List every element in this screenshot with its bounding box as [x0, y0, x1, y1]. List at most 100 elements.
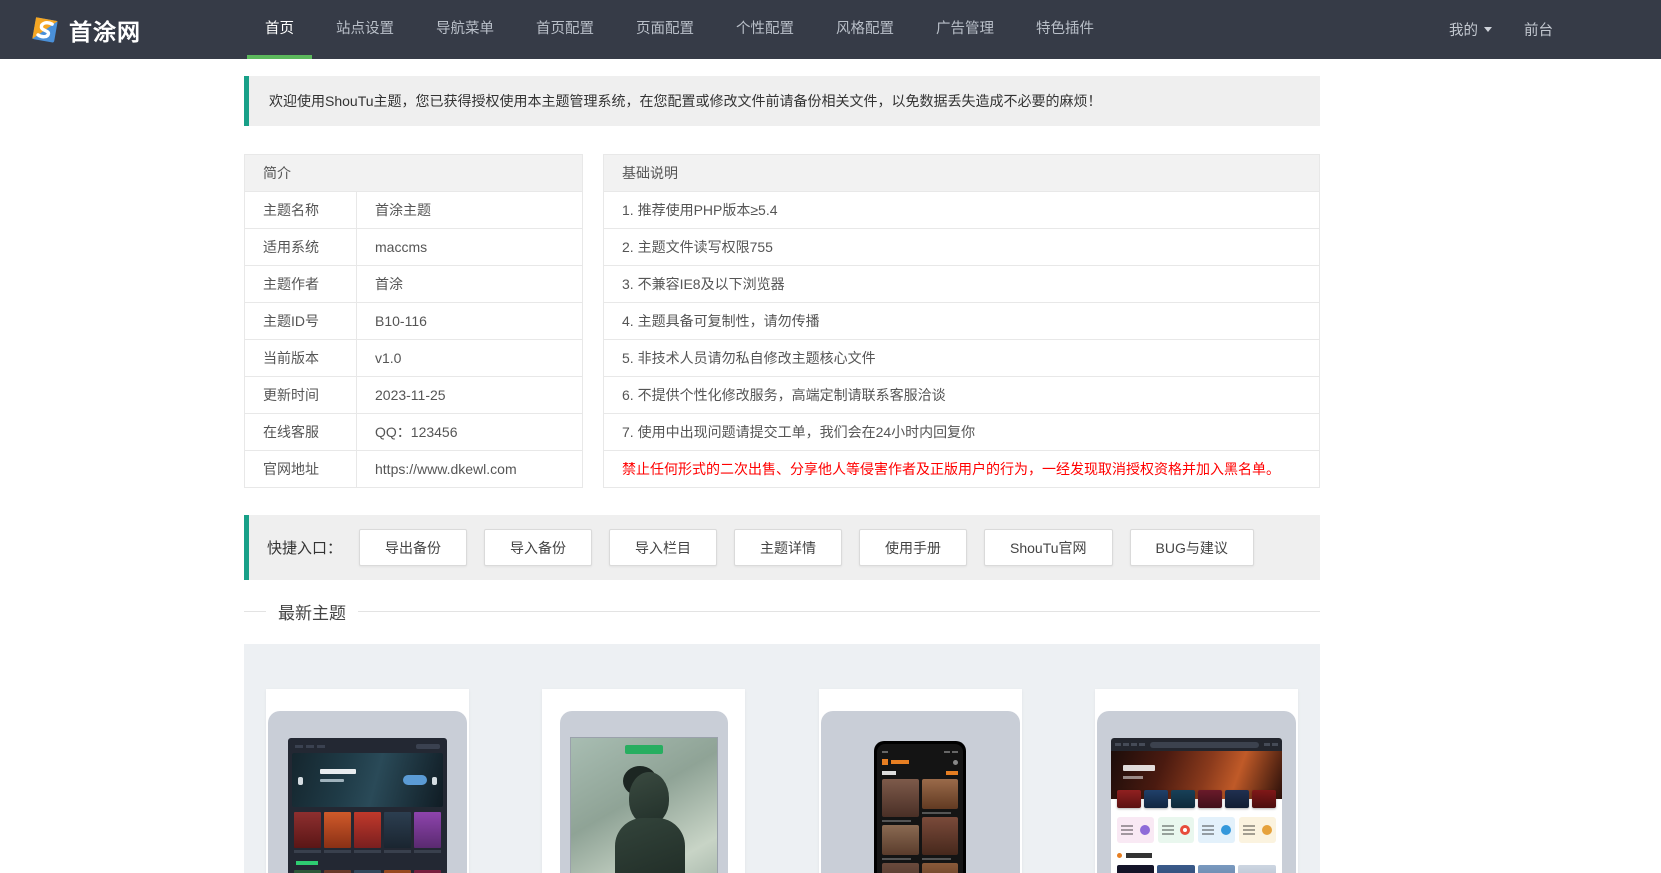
preview-art: [324, 812, 351, 848]
preview-art: 基础说明: [603, 154, 1320, 192]
preview-art: [882, 858, 912, 860]
nav-item-2[interactable]: 导航菜单: [415, 0, 515, 59]
preview-art: [628, 772, 669, 824]
nav-item-0[interactable]: 首页: [244, 0, 315, 59]
quick-button-0[interactable]: 导出备份: [359, 529, 468, 566]
preview-art: 简介: [244, 154, 583, 192]
quick-button-2[interactable]: 导入栏目: [609, 529, 718, 566]
preview-art: [294, 812, 321, 848]
intro-label: 主题名称: [244, 191, 357, 229]
preview-art: [882, 779, 959, 873]
device-frame-tablet-light: [1096, 711, 1296, 873]
preview-art: 1. 推荐使用PHP版本≥5.4 2. 主题文件读写权限755 3. 不兼容IE8及…: [603, 191, 1320, 488]
welcome-notice: 欢迎使用ShouTu主题，您已获得授权使用本主题管理系统，在您配置或修改文件前请…: [244, 76, 1320, 126]
quick-button-1[interactable]: 导入备份: [484, 529, 593, 566]
intro-value: 2023-11-25: [356, 376, 583, 414]
preview-art: [320, 779, 344, 782]
preview-art: [1110, 738, 1282, 751]
preview-art: [877, 744, 964, 873]
nav-right: 我的 前台: [1449, 0, 1553, 59]
preview-art: [921, 779, 959, 809]
nav-item-7[interactable]: 广告管理: [915, 0, 1015, 59]
nav-item-3[interactable]: 首页配置: [515, 0, 615, 59]
preview-art: [1157, 865, 1195, 873]
latest-themes-section: [244, 644, 1320, 873]
preview-art: [1202, 825, 1215, 835]
logo[interactable]: 首涂网: [30, 0, 141, 59]
notes-text: 3. 不兼容IE8及以下浏览器: [603, 265, 1320, 303]
preview-art: [292, 742, 443, 751]
preview-art: [882, 820, 912, 822]
preview-art: [921, 863, 959, 873]
intro-row-7: 官网地址 https://www.dkewl.com: [244, 450, 583, 488]
preview-art: [1243, 833, 1256, 835]
notes-row-4: 5. 非技术人员请勿私自修改主题核心文件: [603, 339, 1320, 377]
preview-art: [296, 861, 318, 865]
preview-art: [1198, 817, 1236, 843]
quick-button-5[interactable]: ShouTu官网: [984, 529, 1113, 566]
quick-button-3[interactable]: 主题详情: [734, 529, 843, 566]
preview-art: [32, 16, 58, 42]
nav-item-5[interactable]: 个性配置: [715, 0, 815, 59]
preview-art: [1238, 865, 1276, 873]
quick-button-4[interactable]: 使用手册: [859, 529, 968, 566]
notes-row-2: 3. 不兼容IE8及以下浏览器: [603, 265, 1320, 303]
nav-item-6[interactable]: 风格配置: [815, 0, 915, 59]
preview-art: [1161, 825, 1174, 835]
preview-art: [1116, 853, 1122, 858]
preview-art: [1149, 741, 1259, 748]
preview-art: [1116, 865, 1155, 873]
intro-table: 简介 主题名称 首涂主题 适用系统 maccms 主题作者 首涂 主题ID号 B10-116 当…: [244, 154, 583, 488]
info-tables: 简介 主题名称 首涂主题 适用系统 maccms 主题作者 首涂 主题ID号 B10-116 当…: [244, 154, 1320, 488]
preview-art: [946, 771, 959, 775]
preview-art: [416, 744, 440, 749]
nav-front-link[interactable]: 前台: [1524, 19, 1553, 40]
quick-button-6[interactable]: BUG与建议: [1129, 529, 1254, 566]
preview-art: [1202, 825, 1215, 827]
intro-value: QQ：123456: [356, 413, 583, 451]
preview-art: [1243, 825, 1256, 835]
intro-row-2: 主题作者 首涂: [244, 265, 583, 303]
preview-art: [921, 817, 959, 855]
preview-art: [882, 771, 959, 775]
nav-my-dropdown[interactable]: 我的: [1449, 19, 1492, 40]
preview-art: [1120, 829, 1133, 831]
preview-art: [1139, 825, 1150, 835]
intro-label: 官网地址: [244, 450, 357, 488]
caret-down-icon: [1484, 27, 1492, 32]
theme-card-1[interactable]: [542, 689, 746, 873]
preview-art: [1161, 833, 1174, 835]
preview-art: [882, 759, 889, 765]
theme-card-2[interactable]: [818, 689, 1022, 873]
preview-art: [882, 825, 919, 855]
preview-art: [292, 850, 443, 853]
preview-art: [1111, 865, 1282, 873]
notes-text: 4. 主题具备可复制性，请勿传播: [603, 302, 1320, 340]
preview-art: [1243, 825, 1256, 827]
intro-value: 首涂主题: [356, 191, 583, 229]
theme-card-3[interactable]: [1094, 689, 1298, 873]
preview-art: [1125, 853, 1152, 858]
preview-art: [882, 779, 919, 817]
preview-art: [944, 751, 951, 753]
preview-art: [1243, 829, 1256, 831]
preview-art: [414, 812, 441, 848]
theme-card-0[interactable]: [266, 689, 469, 873]
preview-art: [1239, 817, 1276, 843]
device-frame-tablet: [268, 711, 467, 873]
intro-label: 更新时间: [244, 376, 357, 414]
preview-art: [1202, 829, 1215, 831]
intro-label: 在线客服: [244, 413, 357, 451]
logo-text: 首涂网: [69, 18, 141, 45]
preview-art: [1122, 743, 1129, 746]
nav-item-8[interactable]: 特色插件: [1015, 0, 1115, 59]
nav-item-1[interactable]: 站点设置: [315, 0, 415, 59]
quick-entry-label: 快捷入口：: [267, 540, 343, 557]
preview-art: [1138, 743, 1145, 746]
nav-item-4[interactable]: 页面配置: [615, 0, 715, 59]
navbar: 首涂网 首页 站点设置 导航菜单 首页配置 页面配置 个性配置 风格配置 广告管理 特色插件 我…: [0, 0, 1661, 59]
preview-art: [1143, 790, 1168, 808]
notes-table: 基础说明 1. 推荐使用PHP版本≥5.4 2. 主题文件读写权限755 3. 不兼…: [603, 154, 1320, 488]
notes-text: 1. 推荐使用PHP版本≥5.4: [603, 191, 1320, 229]
preview-art: 最新主题: [266, 599, 358, 624]
